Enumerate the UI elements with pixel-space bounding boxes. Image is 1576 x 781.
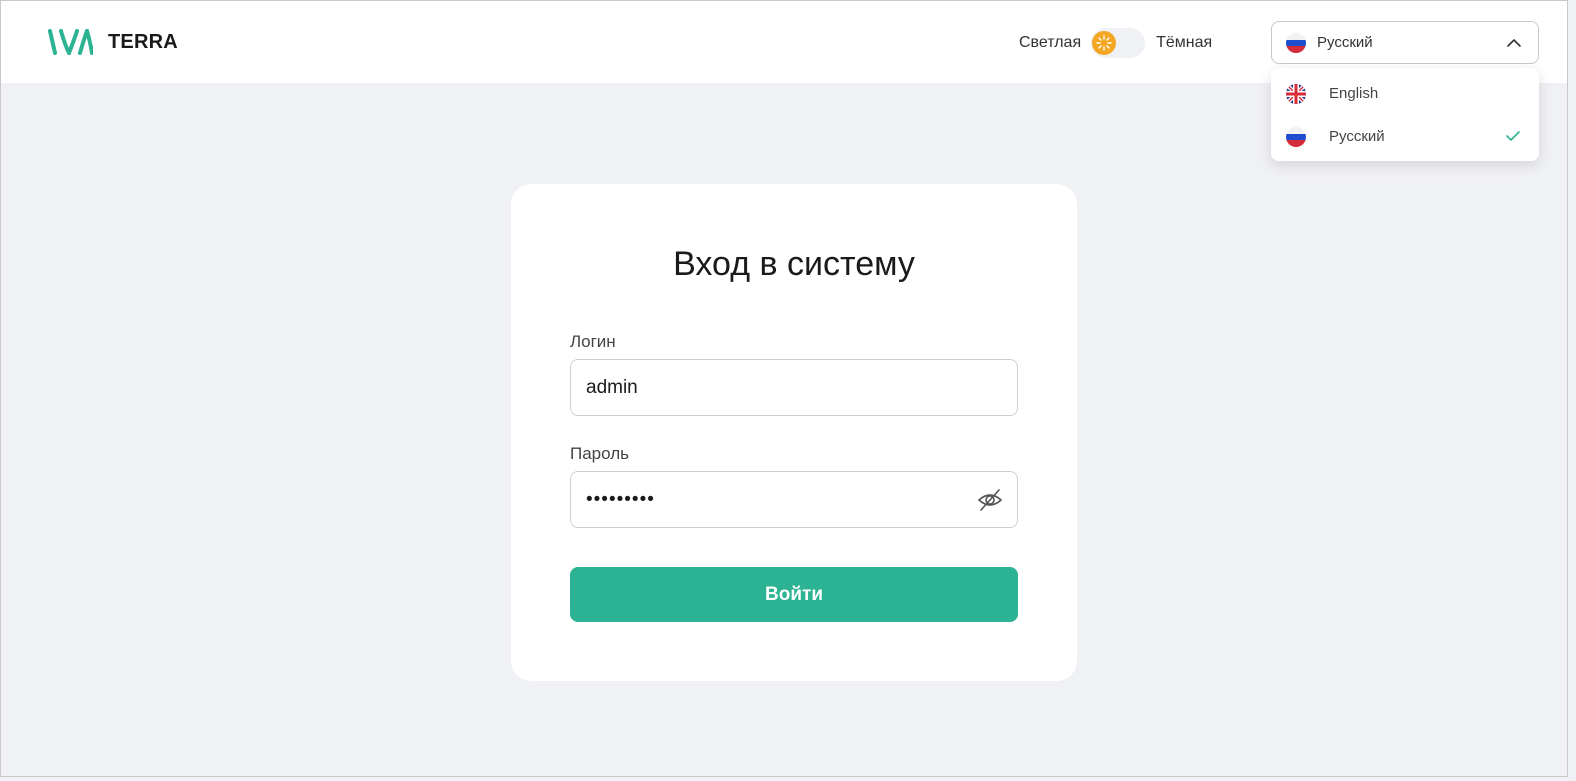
theme-light-label[interactable]: Светлая [1019,34,1081,52]
language-dropdown: English Русский [1271,68,1539,161]
password-input-value: ••••••••• [586,488,655,510]
checkmark-icon [1506,131,1520,141]
brand-name: TERRA [108,30,178,53]
password-label: Пароль [570,444,629,463]
language-option-label: English [1329,85,1379,102]
sun-icon [1092,31,1117,55]
theme-dark-label[interactable]: Тёмная [1156,34,1212,52]
login-input[interactable]: admin [570,359,1018,416]
login-input-value: admin [586,376,638,398]
login-submit-button[interactable]: Войти [570,567,1018,622]
ru-flag-icon [1286,126,1306,147]
language-option-russian[interactable]: Русский [1271,115,1539,158]
language-option-label: Русский [1329,128,1385,145]
language-select[interactable]: Русский [1271,21,1539,64]
theme-switch: Светлая Тёмная [1019,27,1212,59]
brand-logo[interactable]: TERRA [47,29,178,55]
language-selected-value: Русский [1317,34,1373,51]
language-option-english[interactable]: English [1271,72,1539,115]
uk-flag-icon [1286,83,1306,104]
iva-logo-icon [48,29,93,55]
page-title: Вход в систему [673,245,915,283]
app-window: TERRA Светлая Тёмная Русский English Рус… [0,0,1568,777]
theme-toggle[interactable] [1091,28,1146,58]
ru-flag-icon [1286,32,1306,53]
login-label: Логин [570,332,616,351]
chevron-up-icon [1507,39,1521,47]
password-input[interactable]: ••••••••• [570,471,1018,528]
eye-off-icon[interactable] [977,487,1003,513]
